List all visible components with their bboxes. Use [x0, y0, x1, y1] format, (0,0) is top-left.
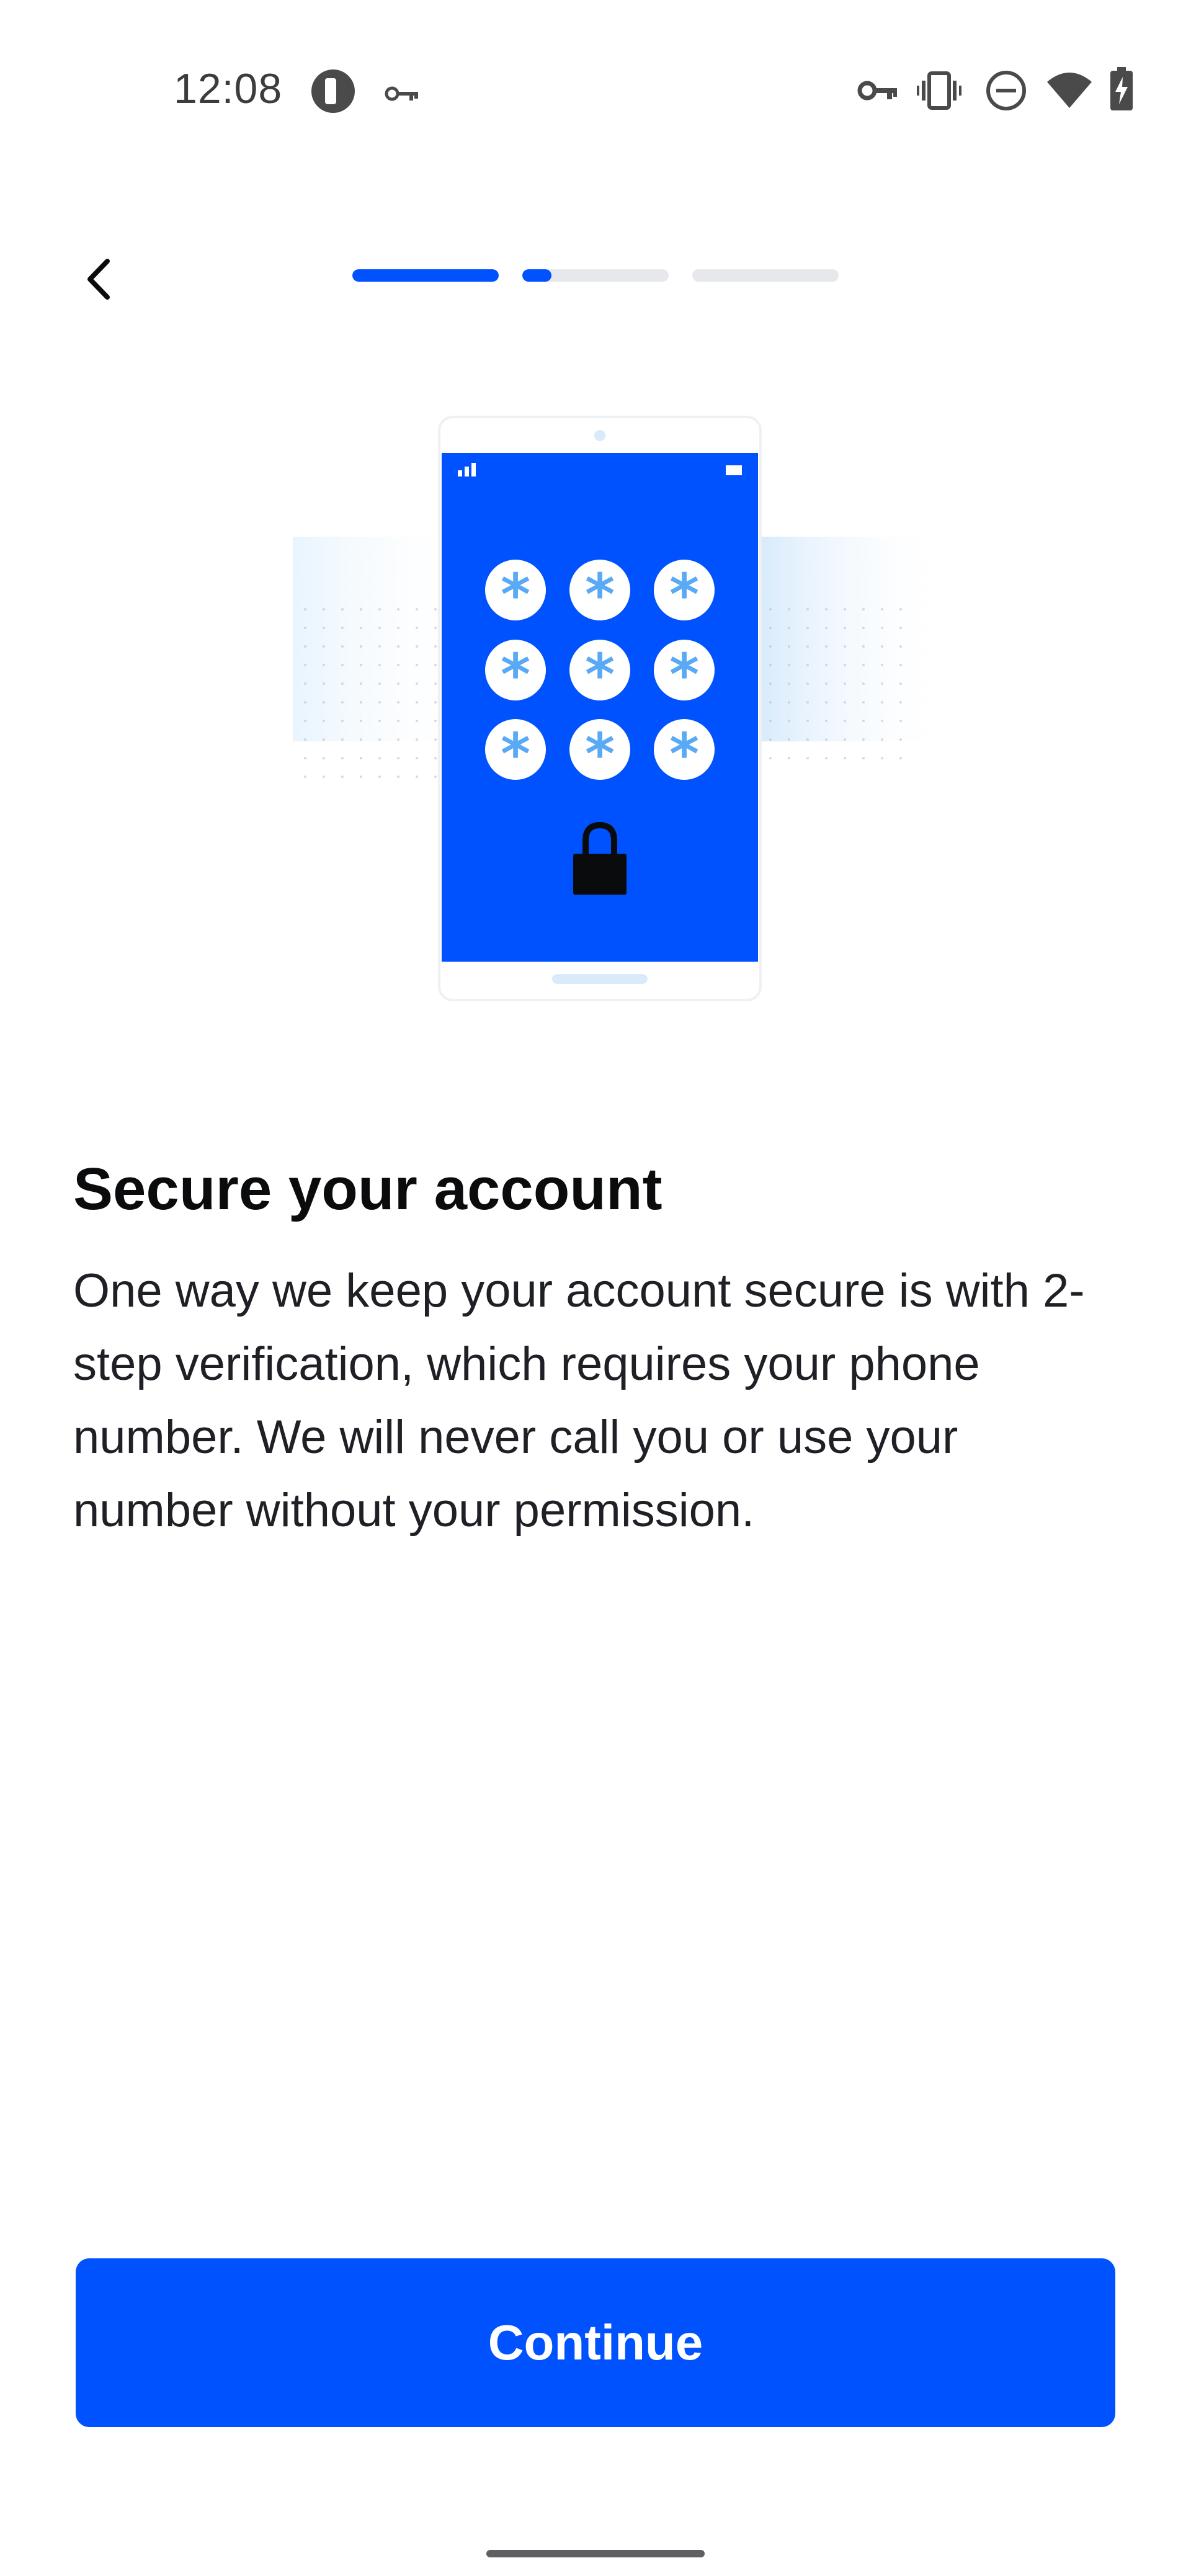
battery-charging-icon [1110, 67, 1133, 110]
page-title: Secure your account [73, 1156, 662, 1222]
continue-button[interactable]: Continue [76, 2258, 1115, 2427]
app-notification-icon [311, 69, 355, 113]
do-not-disturb-icon [986, 71, 1026, 110]
vpn-key-icon [857, 81, 897, 101]
vpn-key-icon [385, 84, 419, 106]
asterisk-icon: * [585, 642, 615, 708]
chevron-left-icon [87, 259, 110, 300]
asterisk-icon: * [501, 642, 530, 708]
status-bar: 12:08 [0, 0, 1191, 186]
asterisk-icon: * [585, 561, 615, 628]
asterisk-icon: * [501, 561, 530, 628]
wifi-icon [1047, 73, 1092, 108]
status-time: 12:08 [174, 65, 283, 112]
back-button[interactable] [68, 248, 130, 310]
home-indicator[interactable] [486, 2550, 705, 2557]
progress-step-3 [692, 269, 839, 282]
asterisk-icon: * [501, 721, 530, 787]
asterisk-icon: * [669, 561, 699, 628]
progress-step-2 [522, 269, 669, 282]
progress-step-2-fill [522, 269, 552, 282]
asterisk-icon: * [669, 642, 699, 708]
asterisk-icon: * [585, 721, 615, 787]
page-description: One way we keep your account secure is w… [73, 1264, 1085, 1537]
progress-step-1-fill [352, 269, 499, 282]
phone-lock-illustration: * * * * * * * * * [285, 403, 968, 1011]
asterisk-icon: * [669, 721, 699, 787]
progress-step-1 [352, 269, 499, 282]
vibrate-icon [917, 71, 961, 110]
pin-grid: * * * * * * * * * [485, 560, 715, 787]
